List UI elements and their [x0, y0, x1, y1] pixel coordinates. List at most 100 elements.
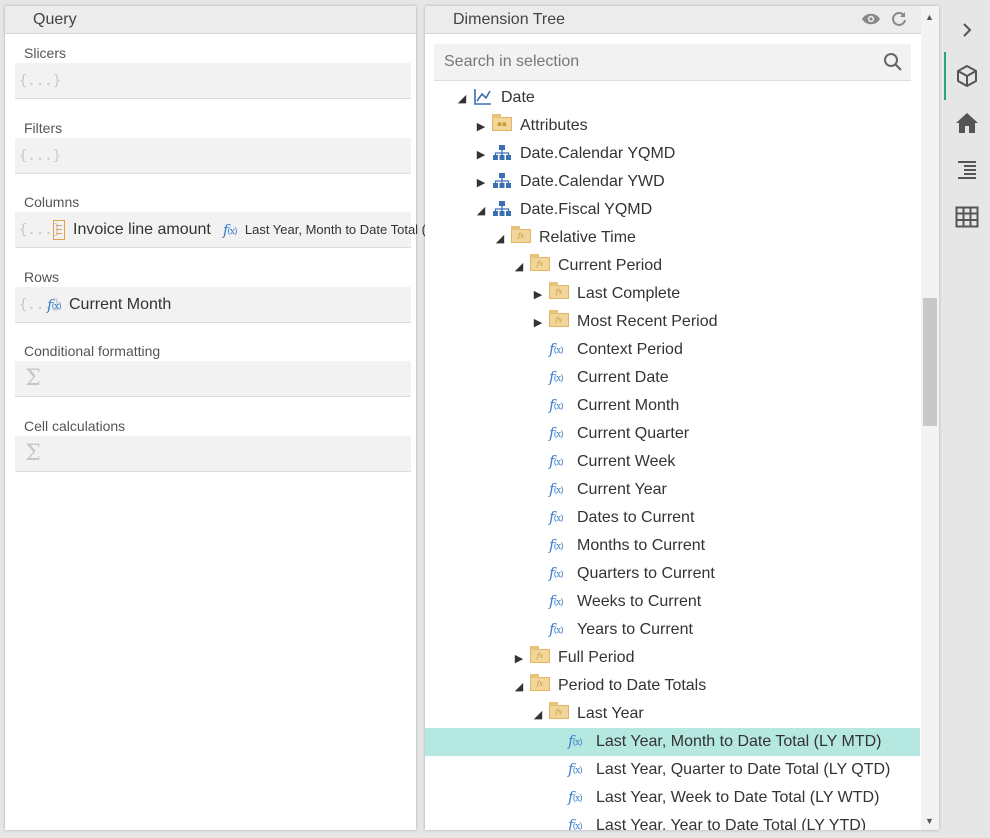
tree-node[interactable]: ◢ fx Relative Time — [425, 224, 920, 252]
tree-node[interactable]: ▶ Date.Calendar YWD — [425, 168, 920, 196]
tree-node[interactable]: f(x) Quarters to Current — [425, 560, 920, 588]
tree-node-label: Attributes — [520, 117, 588, 134]
conditional-formatting-section: Conditional formatting Σ — [15, 341, 411, 397]
tree-node[interactable]: f(x) Last Year, Year to Date Total (LY YT… — [425, 812, 920, 830]
search-input[interactable]: Search in selection — [444, 53, 579, 71]
tree-node[interactable]: f(x) Months to Current — [425, 532, 920, 560]
filters-dropzone[interactable]: {...} — [15, 138, 411, 174]
rows-section: Rows {...} f(x) Current Month — [15, 267, 411, 323]
column-item-invoice-line-amount[interactable]: Invoice line amount — [47, 219, 211, 240]
cube-button[interactable] — [952, 61, 982, 91]
tree-node-label: Last Year, Week to Date Total (LY WTD) — [596, 789, 880, 806]
query-panel: Query Slicers {...} Filters {...} Column… — [5, 6, 477, 830]
collapse-panel-button[interactable] — [952, 15, 982, 45]
tree-node[interactable]: f(x) Current Month — [425, 392, 920, 420]
function-icon: f(x) — [549, 340, 564, 358]
tree-node[interactable]: f(x) Current Date — [425, 364, 920, 392]
tree-node[interactable]: ▶ fx Last Complete — [425, 280, 920, 308]
set-placeholder-icon: {...} — [19, 221, 62, 238]
tree-node-label: Current Month — [577, 397, 680, 414]
tree-node-label: Last Year, Year to Date Total (LY YTD) — [596, 817, 867, 830]
function-icon: f(x) — [568, 732, 583, 750]
table-view-button[interactable] — [952, 202, 982, 232]
tree-node[interactable]: f(x) Last Year, Month to Date Total (LY M… — [425, 728, 920, 756]
tree-node-label: Current Period — [558, 257, 663, 274]
query-header: Query — [5, 6, 416, 34]
function-icon: f(x) — [549, 368, 564, 386]
tree-node[interactable]: ◢ fx Last Year — [425, 700, 920, 728]
function-icon: f(x) — [549, 480, 564, 498]
expand-arrow-icon[interactable]: ▶ — [474, 148, 488, 161]
tree-node[interactable]: f(x) Dates to Current — [425, 504, 920, 532]
expand-arrow-icon[interactable]: ▶ — [474, 176, 488, 189]
conditional-formatting-dropzone[interactable]: Σ — [15, 361, 411, 397]
function-icon: f(x) — [47, 295, 62, 314]
cell-calculations-dropzone[interactable]: Σ — [15, 436, 411, 472]
search-box[interactable]: Search in selection — [434, 44, 911, 81]
tree-node-label: Date.Fiscal YQMD — [520, 201, 653, 218]
function-icon: f(x) — [549, 396, 564, 414]
tree-node[interactable]: ◢ Date.Fiscal YQMD — [425, 196, 920, 224]
collapse-arrow-icon[interactable]: ◢ — [474, 204, 488, 217]
tree-node[interactable]: f(x) Last Year, Quarter to Date Total (LY… — [425, 756, 920, 784]
function-icon: f(x) — [549, 620, 564, 638]
tree-node-label: Last Year — [577, 705, 644, 722]
active-indicator — [944, 52, 946, 100]
tree-node[interactable]: f(x) Current Year — [425, 476, 920, 504]
tree-node[interactable]: f(x) Years to Current — [425, 616, 920, 644]
tree-node[interactable]: ▶ fx Most Recent Period — [425, 308, 920, 336]
measure-icon — [53, 219, 65, 240]
table-icon — [955, 206, 979, 228]
tree-node[interactable]: ◢ fx Current Period — [425, 252, 920, 280]
collapse-arrow-icon[interactable]: ◢ — [512, 680, 526, 693]
collapse-arrow-icon[interactable]: ◢ — [512, 260, 526, 273]
collapse-arrow-icon[interactable]: ◢ — [493, 232, 507, 245]
eye-icon[interactable] — [861, 11, 881, 27]
scroll-down-icon[interactable]: ▼ — [925, 816, 934, 826]
tree-node[interactable]: ◢ fx Period to Date Totals — [425, 672, 920, 700]
slicers-section: Slicers {...} — [15, 43, 411, 99]
list-view-button[interactable] — [952, 155, 982, 185]
row-item-current-month[interactable]: f(x) Current Month — [47, 296, 171, 314]
cell-calculations-section: Cell calculations Σ — [15, 416, 411, 472]
date-hierarchy-icon — [473, 88, 495, 108]
expand-arrow-icon[interactable]: ▶ — [512, 652, 526, 665]
expand-arrow-icon[interactable]: ▶ — [531, 288, 545, 301]
fx-folder-icon: fx — [549, 282, 571, 304]
expand-arrow-icon[interactable]: ▶ — [531, 316, 545, 329]
collapse-arrow-icon[interactable]: ◢ — [455, 92, 469, 105]
scroll-up-icon[interactable]: ▲ — [925, 12, 934, 22]
refresh-icon[interactable] — [891, 11, 907, 27]
set-placeholder-icon: {...} — [19, 147, 62, 164]
scrollbar-thumb[interactable] — [923, 298, 937, 426]
tree-node-label: Years to Current — [577, 621, 693, 638]
tree-node[interactable]: f(x) Context Period — [425, 336, 920, 364]
tree-node-label: Date — [501, 89, 535, 106]
tree-scrollbar[interactable]: ▲ ▼ — [921, 6, 939, 830]
tree-node-label: Last Complete — [577, 285, 681, 302]
tree-node[interactable]: ▶ ▪▪ Attributes — [425, 112, 920, 140]
columns-dropzone[interactable]: {...} Invoice line amount f(x) Last Year… — [15, 212, 477, 248]
slicers-dropzone[interactable]: {...} — [15, 63, 411, 99]
tree-node[interactable]: f(x) Current Quarter — [425, 420, 920, 448]
home-button[interactable] — [952, 108, 982, 138]
tree-node[interactable]: f(x) Current Week — [425, 448, 920, 476]
rows-dropzone[interactable]: {...} f(x) Current Month — [15, 287, 411, 323]
filters-label: Filters — [24, 120, 63, 136]
filters-section: Filters {...} — [15, 118, 411, 174]
tree-node-label: Period to Date Totals — [558, 677, 707, 694]
tree-list: ◢ Date ▶ ▪▪ Attributes ▶ Date.Calendar YQMD ▶ Da… — [425, 84, 920, 830]
collapse-arrow-icon[interactable]: ◢ — [531, 708, 545, 721]
set-placeholder-icon: {...} — [19, 296, 62, 313]
slicers-label: Slicers — [24, 45, 67, 61]
set-placeholder-icon: {...} — [19, 72, 62, 89]
tree-node[interactable]: ▶ Date.Calendar YQMD — [425, 140, 920, 168]
tree-node[interactable]: ◢ Date — [425, 84, 920, 112]
tree-node[interactable]: f(x) Last Year, Week to Date Total (LY WT… — [425, 784, 920, 812]
tree-node-label: Current Week — [577, 453, 676, 470]
fx-folder-icon: fx — [530, 254, 552, 276]
expand-arrow-icon[interactable]: ▶ — [474, 120, 488, 133]
search-icon[interactable] — [883, 52, 903, 72]
tree-node[interactable]: ▶ fx Full Period — [425, 644, 920, 672]
tree-node[interactable]: f(x) Weeks to Current — [425, 588, 920, 616]
